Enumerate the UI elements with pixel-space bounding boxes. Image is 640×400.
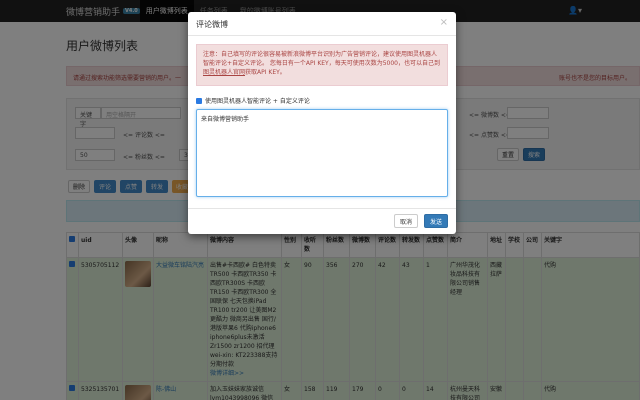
tuling-checkbox[interactable]: [196, 97, 202, 104]
close-icon[interactable]: ×: [440, 17, 448, 28]
send-button[interactable]: 发送: [424, 214, 448, 228]
modal-warning-text-end: 获取API KEY。: [245, 69, 286, 76]
tuling-website-link[interactable]: 图灵机器人官网: [203, 69, 245, 76]
tuling-checkbox-label: 使用图灵机器人智能评论 + 自定义评论: [205, 98, 310, 105]
comment-modal: 评论微博 × 注意：自己填写的评论很容易被新浪微博平台识别为广告营销评论，建议使…: [188, 12, 456, 234]
modal-title: 评论微博: [196, 20, 228, 29]
cancel-button[interactable]: 取消: [394, 214, 418, 228]
modal-header: 评论微博 ×: [188, 12, 456, 36]
modal-warning-text: 注意：自己填写的评论很容易被新浪微博平台识别为广告营销评论，建议使用图灵机器人智…: [203, 51, 440, 67]
modal-warning: 注意：自己填写的评论很容易被新浪微博平台识别为广告营销评论，建议使用图灵机器人智…: [196, 44, 448, 86]
modal-footer: 取消 发送: [188, 208, 456, 234]
comment-textarea[interactable]: 来自微博营销助手: [196, 109, 448, 197]
tuling-option[interactable]: 使用图灵机器人智能评论 + 自定义评论: [196, 96, 448, 105]
